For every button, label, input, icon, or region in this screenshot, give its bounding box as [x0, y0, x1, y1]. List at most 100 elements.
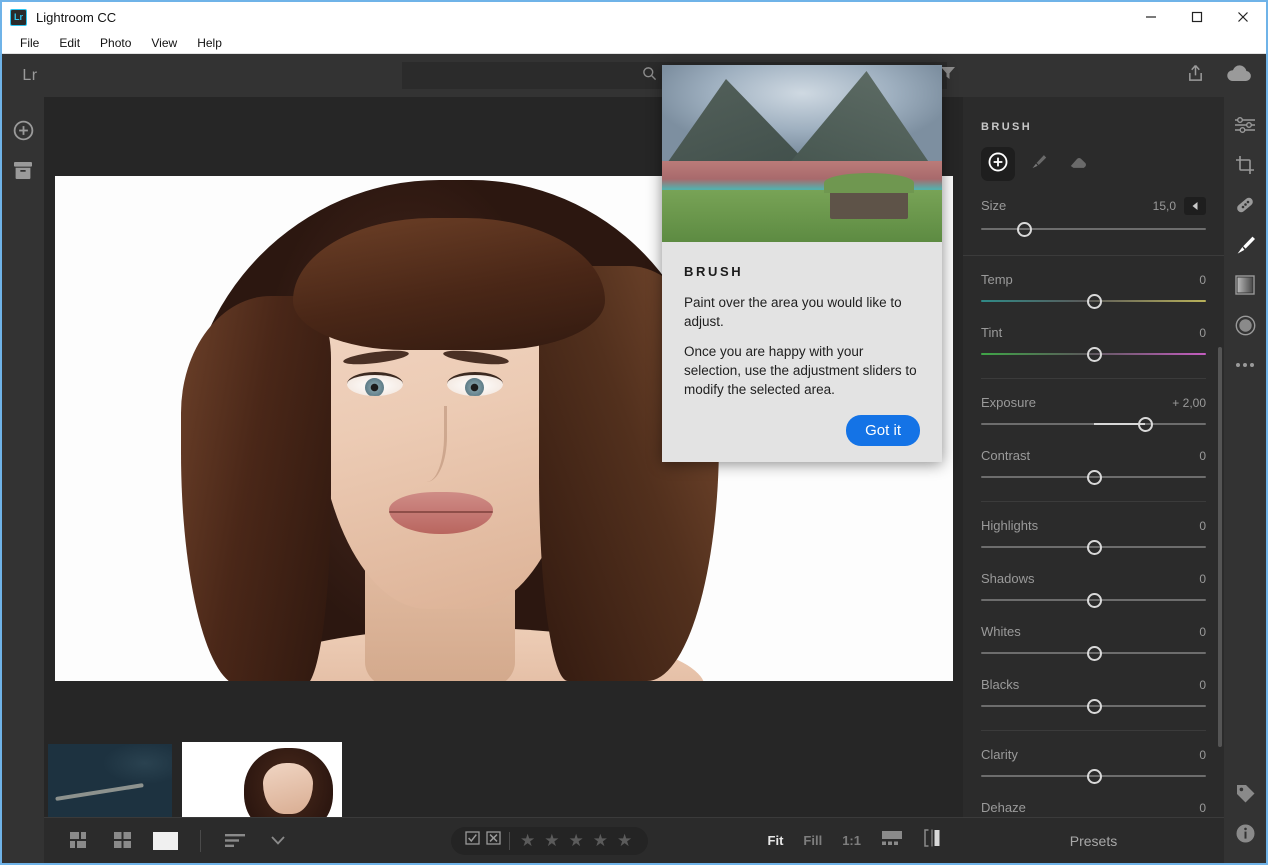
slider-temp: Temp 0: [963, 272, 1224, 309]
right-panel-scrollbar[interactable]: [1218, 347, 1222, 747]
slider-label: Dehaze: [981, 800, 1026, 815]
archive-box-icon: [13, 161, 33, 185]
zoom-fill-button[interactable]: Fill: [803, 833, 822, 848]
slider-blacks: Blacks 0: [963, 677, 1224, 714]
healing-brush-icon[interactable]: [1224, 185, 1266, 225]
flag-reject-icon[interactable]: [486, 831, 501, 850]
brush-tool-row: [981, 147, 1206, 181]
star-4[interactable]: ★: [593, 831, 608, 851]
brush-panel-title: BRUSH: [981, 121, 1033, 133]
brush-size-slider[interactable]: [981, 221, 1206, 237]
menu-help[interactable]: Help: [187, 36, 232, 50]
menu-file[interactable]: File: [10, 36, 49, 50]
flag-and-rating-group: ★ ★ ★ ★ ★: [451, 826, 649, 855]
linear-gradient-icon[interactable]: [1224, 265, 1266, 305]
filmstrip-toggle-icon[interactable]: [881, 830, 903, 851]
more-options-icon[interactable]: [1224, 345, 1266, 385]
slider-value: 0: [1199, 326, 1206, 340]
slider-label: Highlights: [981, 518, 1039, 533]
slider-track[interactable]: [981, 293, 1206, 309]
slider-track[interactable]: [981, 592, 1206, 608]
info-icon[interactable]: [1224, 813, 1266, 853]
got-it-button[interactable]: Got it: [846, 415, 920, 446]
albums-button[interactable]: [2, 153, 44, 193]
menu-photo[interactable]: Photo: [90, 36, 141, 50]
caret-left-icon[interactable]: [1184, 197, 1206, 215]
sort-lines-icon[interactable]: [223, 830, 249, 852]
coachmark-content: BRUSH Paint over the area you would like…: [662, 242, 942, 462]
left-icon-rail: [2, 97, 44, 863]
star-rating[interactable]: ★ ★ ★ ★ ★: [510, 831, 642, 851]
zoom-1-1-button[interactable]: 1:1: [842, 833, 861, 848]
view-mode-group: [44, 829, 291, 852]
slider-dehaze: Dehaze 0: [963, 800, 1224, 817]
flag-group: [457, 831, 509, 850]
zoom-fit-button[interactable]: Fit: [768, 833, 784, 848]
zoom-controls: Fit Fill 1:1: [768, 829, 941, 852]
brush-paint-tool-button[interactable]: [1021, 147, 1055, 181]
brush-size-label: Size: [981, 198, 1007, 213]
brush-icon: [1028, 152, 1048, 177]
filmstrip[interactable]: [44, 742, 963, 834]
presets-button[interactable]: Presets: [963, 817, 1224, 863]
keywords-tag-icon[interactable]: [1224, 773, 1266, 813]
cloud-icon[interactable]: [1226, 64, 1252, 87]
slider-highlights: Highlights 0: [963, 518, 1224, 555]
grid-view-icon[interactable]: [110, 830, 136, 852]
grid-compare-view-icon[interactable]: [68, 830, 94, 852]
slider-track[interactable]: [981, 698, 1206, 714]
slider-exposure: Exposure + 2,00: [963, 395, 1224, 432]
slider-value: 0: [1199, 519, 1206, 533]
maximize-icon[interactable]: [1174, 2, 1220, 32]
star-3[interactable]: ★: [569, 831, 584, 851]
before-after-icon[interactable]: [923, 829, 941, 852]
crop-rotate-icon[interactable]: [1224, 145, 1266, 185]
slider-track[interactable]: [981, 416, 1206, 432]
slider-label: Shadows: [981, 571, 1035, 586]
right-icon-rail: [1224, 97, 1266, 863]
slider-track[interactable]: [981, 539, 1206, 555]
brush-coachmark-popover: BRUSH Paint over the area you would like…: [662, 65, 942, 462]
bottom-toolbar: ★ ★ ★ ★ ★ Fit Fill 1:1: [44, 817, 963, 863]
star-2[interactable]: ★: [544, 831, 559, 851]
slider-track[interactable]: [981, 768, 1206, 784]
close-icon[interactable]: [1220, 2, 1266, 32]
brush-add-tool-button[interactable]: [981, 147, 1015, 181]
single-photo-view-icon[interactable]: [152, 830, 178, 852]
minimize-icon[interactable]: [1128, 2, 1174, 32]
slider-shadows: Shadows 0: [963, 571, 1224, 608]
app-body: ★ ★ ★ ★ ★ Fit Fill 1:1 BRUSH Size 15,0 T…: [2, 97, 1266, 863]
slider-track[interactable]: [981, 645, 1206, 661]
slider-track[interactable]: [981, 346, 1206, 362]
flag-pick-icon[interactable]: [465, 831, 480, 850]
slider-label: Temp: [981, 272, 1013, 287]
slider-track[interactable]: [981, 469, 1206, 485]
add-photos-button[interactable]: [2, 113, 44, 153]
slider-clarity: Clarity 0: [963, 747, 1224, 784]
eraser-icon: [1068, 153, 1088, 176]
panel-divider: [963, 255, 1224, 256]
star-5[interactable]: ★: [617, 831, 632, 851]
coachmark-paragraph-1: Paint over the area you would like to ad…: [684, 295, 902, 329]
filter-funnel-icon[interactable]: [940, 66, 956, 85]
share-icon[interactable]: [1187, 64, 1204, 87]
slider-value: 0: [1199, 748, 1206, 762]
app-logo-icon: Lr: [10, 8, 27, 26]
radial-gradient-icon[interactable]: [1224, 305, 1266, 345]
window-controls: [1128, 2, 1266, 32]
chevron-down-icon[interactable]: [265, 830, 291, 852]
plus-circle-icon: [13, 120, 34, 146]
slider-value: 0: [1199, 572, 1206, 586]
slider-value: + 2,00: [1172, 396, 1206, 410]
brush-erase-tool-button[interactable]: [1061, 147, 1095, 181]
menu-edit[interactable]: Edit: [49, 36, 90, 50]
brush-icon[interactable]: [1224, 225, 1266, 265]
app-top-bar: Lr Search: [2, 54, 1266, 97]
menu-view[interactable]: View: [141, 36, 187, 50]
app-brand-label: Lr: [22, 66, 38, 84]
edit-sliders-icon[interactable]: [1224, 105, 1266, 145]
presets-label: Presets: [1069, 832, 1118, 849]
brush-panel-header: BRUSH: [963, 97, 1224, 181]
star-1[interactable]: ★: [520, 831, 535, 851]
panel-divider: [981, 378, 1206, 379]
